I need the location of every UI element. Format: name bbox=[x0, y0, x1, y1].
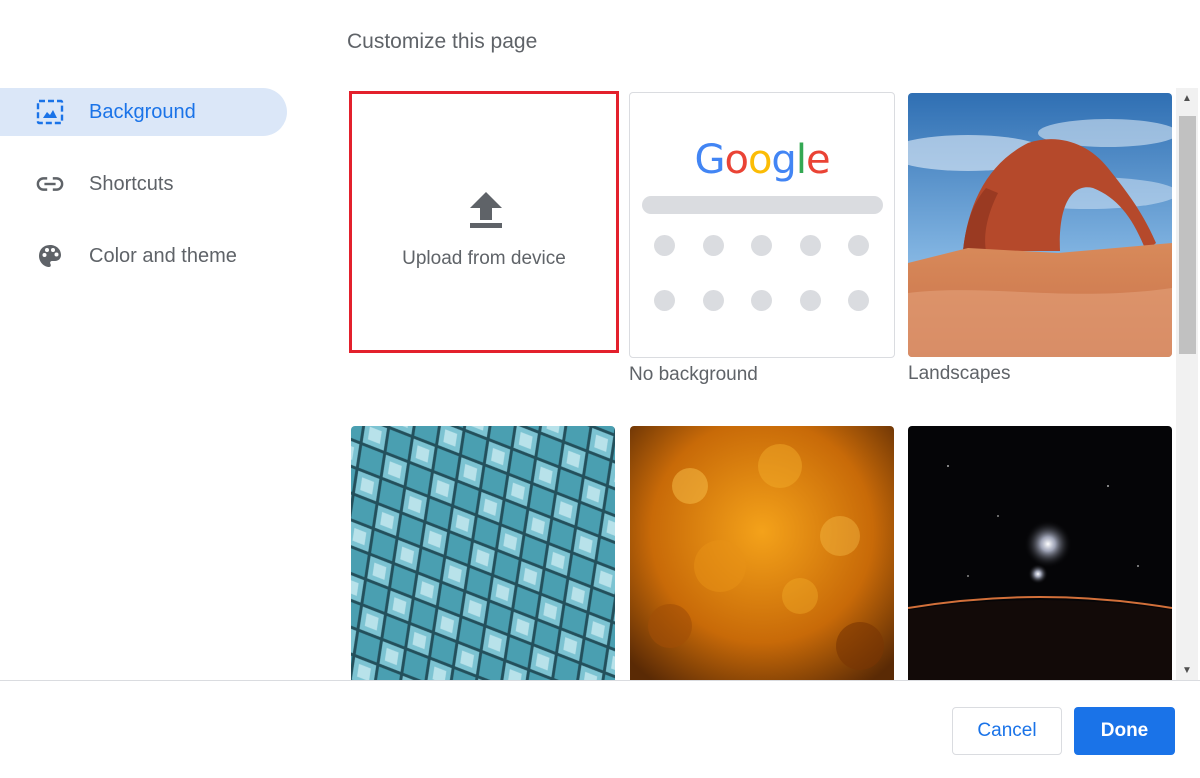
google-logo-letter: G bbox=[694, 137, 725, 183]
upload-icon bbox=[470, 192, 502, 233]
shortcut-placeholder bbox=[800, 290, 821, 311]
landscapes-tile[interactable] bbox=[908, 93, 1172, 357]
google-logo-letter: o bbox=[724, 137, 749, 183]
texture-tile[interactable] bbox=[630, 426, 894, 680]
google-logo-letter: g bbox=[771, 137, 796, 183]
no-background-label: No background bbox=[629, 364, 758, 385]
shortcut-placeholder bbox=[800, 235, 821, 256]
no-background-tile[interactable]: Google bbox=[629, 92, 895, 358]
dialog-title: Customize this page bbox=[347, 30, 538, 53]
sidebar-item-color-theme[interactable]: Color and theme bbox=[0, 232, 287, 280]
architecture-tile[interactable] bbox=[351, 426, 615, 680]
shortcut-placeholder bbox=[654, 235, 675, 256]
texture-image bbox=[630, 426, 894, 680]
sidebar-item-background[interactable]: Background bbox=[0, 88, 287, 136]
space-image bbox=[908, 426, 1172, 680]
scroll-up-icon[interactable]: ▲ bbox=[1176, 88, 1198, 108]
image-icon bbox=[36, 99, 64, 125]
sidebar: Background Shortcuts Color and theme bbox=[0, 88, 300, 304]
shortcut-placeholder bbox=[751, 235, 772, 256]
google-logo-letter: e bbox=[805, 137, 831, 183]
shortcut-placeholder bbox=[703, 235, 724, 256]
background-grid: Upload from device Google No background bbox=[340, 88, 1176, 680]
google-logo-letter: l bbox=[795, 137, 807, 183]
search-box-placeholder bbox=[642, 196, 883, 214]
landscape-image bbox=[908, 93, 1172, 357]
palette-icon bbox=[36, 244, 64, 268]
google-logo-letter: o bbox=[747, 137, 773, 183]
customize-dialog: Customize this page Background Shortcuts bbox=[0, 0, 1200, 778]
done-button[interactable]: Done bbox=[1074, 707, 1175, 755]
sidebar-item-label: Color and theme bbox=[89, 244, 237, 267]
sidebar-item-shortcuts[interactable]: Shortcuts bbox=[0, 160, 287, 208]
scroll-thumb[interactable] bbox=[1179, 116, 1196, 354]
sidebar-item-label: Shortcuts bbox=[89, 172, 174, 195]
shortcut-placeholder bbox=[751, 290, 772, 311]
sidebar-item-label: Background bbox=[89, 100, 196, 123]
upload-label: Upload from device bbox=[402, 248, 566, 269]
shortcut-placeholder bbox=[703, 290, 724, 311]
shortcut-placeholder bbox=[848, 290, 869, 311]
footer-divider bbox=[0, 680, 1200, 681]
google-logo: Google bbox=[630, 137, 894, 183]
scroll-down-icon[interactable]: ▼ bbox=[1176, 660, 1198, 680]
cancel-button[interactable]: Cancel bbox=[952, 707, 1062, 755]
landscapes-label: Landscapes bbox=[908, 363, 1011, 384]
space-tile[interactable] bbox=[908, 426, 1172, 680]
link-icon bbox=[36, 172, 64, 196]
shortcut-placeholder bbox=[654, 290, 675, 311]
architecture-image bbox=[351, 426, 615, 680]
upload-from-device-tile[interactable]: Upload from device bbox=[349, 91, 619, 353]
shortcut-placeholder bbox=[848, 235, 869, 256]
scrollbar[interactable]: ▲ ▼ bbox=[1176, 88, 1198, 680]
